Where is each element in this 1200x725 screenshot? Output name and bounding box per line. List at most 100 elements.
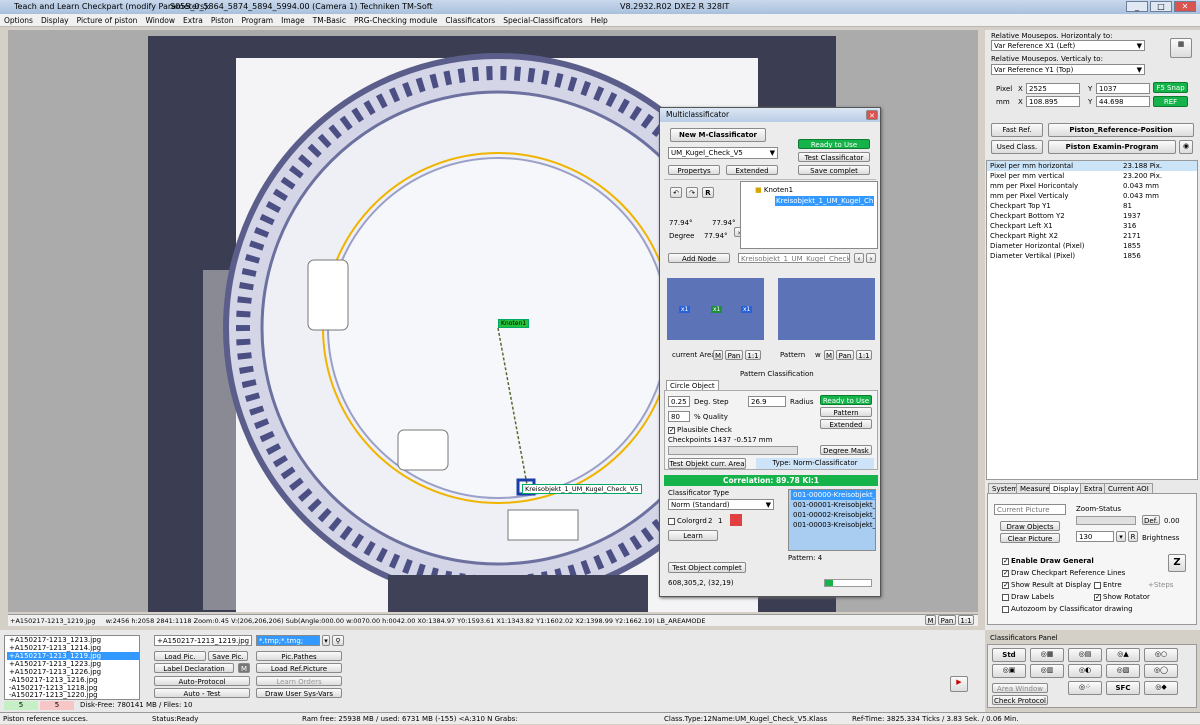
menu-picture-of-piston[interactable]: Picture of piston (73, 14, 142, 27)
dialog-close-button[interactable]: ✕ (866, 110, 878, 120)
list-item[interactable]: +A150217-1213_1226.jpg (7, 668, 139, 676)
menu-options[interactable]: Options (0, 14, 37, 27)
property-row[interactable]: Pixel per mm horizontal 23.188 Pix. (987, 161, 1197, 171)
prev-node-icon[interactable]: ‹ (854, 253, 864, 263)
eye-warning-icon[interactable]: ◎▲ (1106, 648, 1140, 662)
list-item[interactable]: -A150217-1213_1216.jpg (7, 676, 139, 684)
filter-icon[interactable]: ⚲ (332, 635, 344, 646)
list-item[interactable]: +A150217-1213_1213.jpg (7, 636, 139, 644)
draw-ref-checkbox[interactable]: ✓ (1002, 569, 1009, 577)
mm-x-field[interactable]: 108.895 (1026, 96, 1080, 107)
used-class-button[interactable]: Used Class. (991, 140, 1043, 154)
zoom-def-button[interactable]: Def. (1142, 515, 1160, 525)
chevron-down-icon[interactable]: ▾ (322, 635, 330, 646)
entre-checkbox[interactable] (1094, 581, 1101, 589)
eye-grid-icon[interactable]: ◎▦ (1030, 648, 1064, 662)
object-label[interactable]: Kreisobjekt_1_UM_Kugel_Check_V5 (522, 484, 642, 494)
pattern-pan-button[interactable]: Pan (836, 350, 854, 360)
list-item[interactable]: -A150217-1213_1218.jpg (7, 684, 139, 692)
file-combo[interactable]: +A150217-1213_1219.jpg (154, 635, 252, 646)
list-item[interactable]: 001-00001-Kreisobjekt_1_UI (791, 500, 875, 510)
auto-protocol-button[interactable]: Auto-Protocol (154, 676, 250, 686)
menu-window[interactable]: Window (141, 14, 179, 27)
menu-extra[interactable]: Extra (179, 14, 207, 27)
menu-piston[interactable]: Piston (207, 14, 238, 27)
list-item[interactable]: 001-00002-Kreisobjekt_1_UI (791, 510, 875, 520)
list-item[interactable]: +A150217-1213_1219.jpg (7, 652, 139, 660)
learn-orders-button[interactable]: Learn Orders (256, 676, 342, 686)
list-item[interactable]: +A150217-1213_1223.jpg (7, 660, 139, 668)
pattern-m-button[interactable]: M (824, 350, 834, 360)
m-toggle-button[interactable]: M (238, 663, 250, 673)
draw-user-sys-vars-button[interactable]: Draw User Sys-Vars (256, 688, 342, 698)
pattern-1to1-button[interactable]: 1:1 (856, 350, 872, 360)
maximize-button[interactable]: □ (1150, 1, 1172, 12)
rel-h-combo[interactable]: Var Reference X1 (Left) ▼ (991, 40, 1145, 51)
list-item[interactable]: 001-00003-Kreisobjekt_1_UI (791, 520, 875, 530)
menu-display[interactable]: Display (37, 14, 73, 27)
zoom-slider[interactable] (1076, 516, 1136, 525)
minimize-button[interactable]: _ (1126, 1, 1148, 12)
menu-help[interactable]: Help (587, 14, 612, 27)
eye-contrast-icon[interactable]: ◎◐ (1068, 664, 1102, 678)
tree-root[interactable]: ■ Knoten1 (755, 185, 793, 195)
filter-input[interactable]: *.tmp;*.tmg; (256, 635, 320, 646)
pic-pathes-button[interactable]: Pic.Pathes (256, 651, 342, 661)
save-pic-button[interactable]: Save Pic. (208, 651, 248, 661)
brightness-down-icon[interactable]: ▾ (1116, 531, 1126, 542)
rel-v-combo[interactable]: Var Reference Y1 (Top) ▼ (991, 64, 1145, 75)
eye-circle-icon[interactable]: ◎○ (1144, 648, 1178, 662)
eye-table-icon[interactable]: ◎▤ (1068, 648, 1102, 662)
list-item[interactable]: -A150217-1213_1220.jpg (7, 692, 139, 699)
autozoom-check[interactable]: Autozoom by Classificator drawing (1002, 604, 1133, 614)
radius-input[interactable]: 26.9 (748, 396, 786, 407)
eye-pattern-icon[interactable]: ◎▣ (992, 664, 1026, 678)
property-row[interactable]: Checkpart Left X1 316 (987, 221, 1197, 231)
colorgrd-check[interactable]: Colorgrd (668, 516, 707, 526)
menu-classificators[interactable]: Classificators (441, 14, 499, 27)
area-window-button[interactable]: Area Window (992, 683, 1048, 693)
show-rotator-check[interactable]: ✓ Show Rotator (1094, 592, 1150, 602)
deg-step-input[interactable]: 0.25 (668, 396, 690, 407)
classificator-type-combo[interactable]: Norm (Standard) ▼ (668, 499, 774, 510)
eye-ring-icon[interactable]: ◎◯ (1144, 664, 1178, 678)
label-declaration-button[interactable]: Label Declaration (154, 663, 234, 673)
menu-program[interactable]: Program (237, 14, 277, 27)
file-list[interactable]: +A150217-1213_1213.jpg +A150217-1213_121… (4, 635, 140, 700)
new-m-classificator-button[interactable]: New M-Classificator (670, 128, 766, 142)
colorgrd-checkbox[interactable] (668, 517, 675, 525)
property-row[interactable]: mm per Pixel Horicontaly 0.043 mm (987, 181, 1197, 191)
tab-display[interactable]: Display (1049, 483, 1083, 493)
redo-icon[interactable]: ↷ (686, 187, 698, 198)
extended-button[interactable]: Extended (726, 165, 778, 175)
add-node-button[interactable]: Add Node (668, 253, 730, 263)
load-ref-picture-button[interactable]: Load Ref.Picture (256, 663, 342, 673)
property-row[interactable]: Checkpart Right X2 2171 (987, 231, 1197, 241)
tab-extra[interactable]: Extra (1080, 483, 1107, 493)
area-1to1-button[interactable]: 1:1 (745, 350, 761, 360)
f5-snap-button[interactable]: F5 Snap (1153, 82, 1188, 93)
sfc-button[interactable]: SFC (1106, 681, 1140, 695)
plausible-check[interactable]: ✓ Plausible Check (668, 425, 732, 435)
clear-picture-button[interactable]: Clear Picture (1000, 533, 1060, 543)
property-row[interactable]: Checkpart Bottom Y2 1937 (987, 211, 1197, 221)
ref-button[interactable]: REF (1153, 96, 1188, 107)
check-protocol-button[interactable]: Check Protocol (992, 695, 1048, 705)
image-pan-button[interactable]: Pan (938, 615, 956, 625)
property-row[interactable]: Checkpart Top Y1 81 (987, 201, 1197, 211)
settings-icon[interactable]: ◉ (1179, 140, 1193, 154)
property-row[interactable]: mm per Pixel Verticaly 0.043 mm (987, 191, 1197, 201)
node-combo[interactable]: Kreisobjekt_1_UM_Kugel_Check (738, 253, 850, 263)
draw-ref-check[interactable]: ✓ Draw Checkpart Reference Lines (1002, 568, 1125, 578)
z-button[interactable]: Z (1168, 554, 1186, 572)
tab-current-aoi[interactable]: Current AOI (1104, 483, 1153, 493)
brightness-input[interactable]: 130 (1076, 531, 1114, 542)
draw-labels-check[interactable]: Draw Labels (1002, 592, 1054, 602)
test-object-area-button[interactable]: Test Objekt curr. Area (668, 458, 746, 469)
mm-y-field[interactable]: 44.698 (1096, 96, 1150, 107)
entre-check[interactable]: Entre (1094, 580, 1122, 590)
list-item[interactable]: 001-00000-Kreisobjekt_1_UI (791, 490, 875, 500)
draw-labels-checkbox[interactable] (1002, 593, 1009, 601)
tree-child[interactable]: Kreisobjekt_1_UM_Kugel_Ch (775, 196, 875, 206)
eye-stripes-icon[interactable]: ◎▧ (1106, 664, 1140, 678)
